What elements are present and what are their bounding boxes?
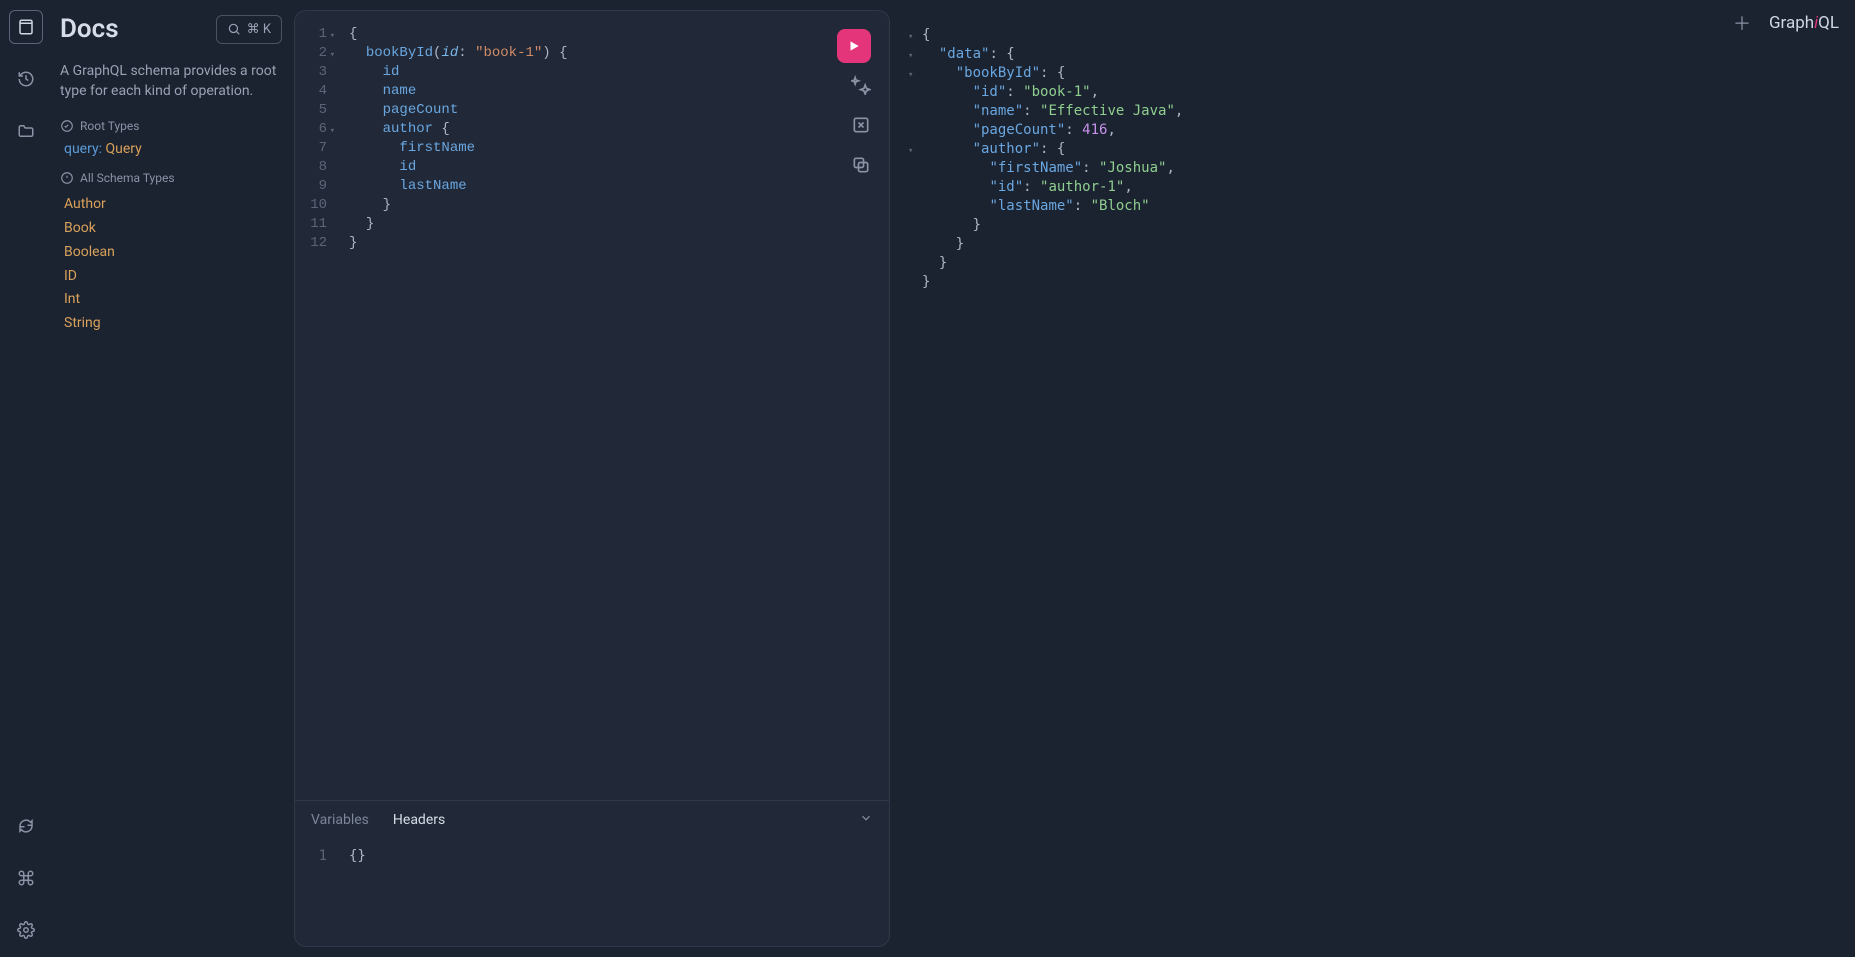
search-icon	[227, 22, 241, 36]
history-tab-button[interactable]	[9, 62, 43, 96]
gear-icon	[17, 921, 35, 939]
schema-type-link[interactable]: Boolean	[64, 241, 282, 265]
prettify-button[interactable]	[851, 75, 871, 95]
schema-type-link[interactable]: Book	[64, 217, 282, 241]
command-icon	[17, 869, 35, 887]
docs-panel: Docs ⌘ K A GraphQL schema provides a roo…	[52, 0, 294, 957]
chevron-down-icon	[859, 811, 873, 825]
folder-icon	[17, 122, 35, 140]
schema-type-link[interactable]: Author	[64, 193, 282, 217]
all-schema-heading: All Schema Types	[60, 171, 282, 185]
collapse-bottom-button[interactable]	[859, 811, 873, 829]
headers-editor[interactable]: 1 {}	[295, 839, 889, 946]
schema-type-link[interactable]: ID	[64, 265, 282, 289]
tab-variables[interactable]: Variables	[311, 812, 369, 828]
docs-title: Docs	[60, 14, 119, 44]
settings-button[interactable]	[9, 913, 43, 947]
search-button[interactable]: ⌘ K	[216, 15, 282, 44]
query-editor[interactable]: 1▾2▾3456▾789101112 { bookById(id: "book-…	[295, 11, 889, 800]
docs-tab-button[interactable]	[9, 10, 43, 44]
sidebar-rail	[0, 0, 52, 957]
add-tab-button[interactable]: ＋	[1733, 10, 1751, 36]
execute-button[interactable]	[837, 29, 871, 63]
refresh-button[interactable]	[9, 809, 43, 843]
explorer-tab-button[interactable]	[9, 114, 43, 148]
book-icon	[17, 18, 35, 36]
merge-button[interactable]	[851, 115, 871, 135]
schema-type-link[interactable]: Int	[64, 288, 282, 312]
search-shortcut-label: ⌘ K	[247, 22, 271, 37]
copy-icon	[851, 155, 871, 175]
history-icon	[17, 70, 35, 88]
root-types-heading: Root Types	[60, 119, 282, 133]
editor-bottom-pane: Variables Headers 1 {}	[295, 800, 889, 946]
tab-headers[interactable]: Headers	[393, 812, 445, 828]
shortcuts-button[interactable]	[9, 861, 43, 895]
copy-button[interactable]	[851, 155, 871, 175]
query-editor-card: 1▾2▾3456▾789101112 { bookById(id: "book-…	[294, 10, 890, 947]
root-query-link[interactable]: query: Query	[64, 141, 282, 157]
docs-description: A GraphQL schema provides a root type fo…	[60, 62, 282, 101]
merge-icon	[851, 115, 871, 135]
root-icon	[60, 119, 74, 133]
refresh-icon	[17, 817, 35, 835]
sparkle-icon	[851, 75, 871, 95]
graphiql-logo: GraphiQL	[1769, 13, 1839, 33]
response-viewer[interactable]: ▾{▾ "data": {▾ "bookById": { "id": "book…	[900, 10, 1849, 947]
schema-type-list: AuthorBookBooleanIDIntString	[60, 193, 282, 336]
schema-type-link[interactable]: String	[64, 312, 282, 336]
schema-icon	[60, 171, 74, 185]
play-icon	[847, 39, 861, 53]
